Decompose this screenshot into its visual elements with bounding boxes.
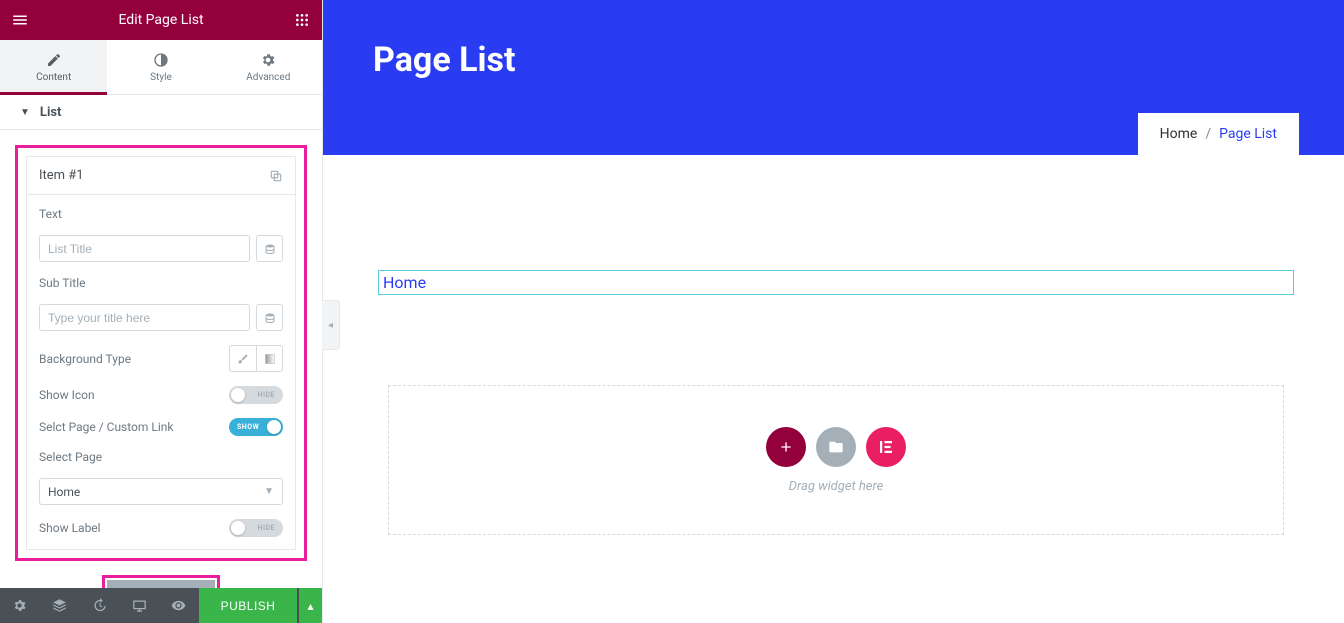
select-page-value: Home (48, 485, 80, 499)
toggle-show-icon[interactable]: HIDE (229, 386, 283, 404)
subtitle-input[interactable] (39, 304, 250, 331)
panel-collapse-button[interactable]: ◂ (322, 300, 340, 350)
dynamic-tags-button[interactable] (256, 304, 283, 331)
toggle-show-label[interactable]: HIDE (229, 519, 283, 537)
tab-style[interactable]: Style (107, 40, 214, 94)
repeater-item-header[interactable]: Item #1 (27, 157, 295, 195)
label-text: Text (39, 207, 283, 221)
page-title: Page List (373, 40, 1294, 80)
highlight-box: Item #1 Text Sub Title (15, 145, 307, 561)
add-item-button[interactable]: ADD ITEM (107, 580, 216, 588)
label-bg-type: Background Type (39, 352, 131, 366)
panel-title: Edit Page List (118, 12, 203, 28)
menu-icon[interactable] (10, 10, 30, 30)
preview-icon[interactable] (159, 588, 199, 623)
add-section-button[interactable] (766, 427, 806, 467)
section-list-toggle[interactable]: ▼ List (0, 95, 322, 130)
breadcrumb: Home / Page List (1138, 113, 1299, 155)
drop-area[interactable]: Drag widget here (388, 385, 1284, 535)
label-select-page: Select Page (39, 450, 283, 464)
select-page[interactable]: Home ▼ (39, 478, 283, 505)
tab-advanced[interactable]: Advanced (215, 40, 322, 94)
highlight-box-add: ADD ITEM (102, 575, 221, 588)
publish-button[interactable]: PUBLISH (199, 588, 298, 623)
page-list-widget[interactable]: Home (378, 270, 1294, 295)
label-show-label: Show Label (39, 521, 101, 535)
label-subtitle: Sub Title (39, 276, 283, 290)
toggle-show-label-state: HIDE (258, 524, 275, 532)
tab-content-label: Content (36, 72, 71, 83)
tab-content[interactable]: Content (0, 40, 107, 94)
breadcrumb-separator: / (1205, 126, 1211, 142)
add-item-label: ADD ITEM (143, 587, 200, 588)
bg-type-classic[interactable] (229, 345, 256, 372)
repeater-item-title: Item #1 (39, 168, 84, 183)
tab-style-label: Style (150, 72, 172, 83)
add-template-button[interactable] (816, 427, 856, 467)
apps-icon[interactable] (292, 10, 312, 30)
caret-down-icon: ▼ (20, 107, 30, 118)
dynamic-tags-button[interactable] (256, 235, 283, 262)
elementskit-button[interactable] (866, 427, 906, 467)
text-input[interactable] (39, 235, 250, 262)
toggle-select-mode[interactable]: SHOW (229, 418, 283, 436)
duplicate-icon[interactable] (269, 169, 283, 183)
breadcrumb-current[interactable]: Page List (1219, 126, 1277, 142)
chevron-down-icon: ▼ (264, 486, 274, 497)
responsive-icon[interactable] (119, 588, 159, 623)
settings-icon[interactable] (0, 588, 40, 623)
breadcrumb-home[interactable]: Home (1160, 126, 1198, 142)
publish-options-button[interactable]: ▴ (297, 588, 322, 623)
label-show-icon: Show Icon (39, 388, 95, 402)
drop-hint: Drag widget here (789, 479, 884, 494)
toggle-select-mode-state: SHOW (237, 423, 259, 431)
page-list-item-link[interactable]: Home (383, 273, 426, 292)
section-list-label: List (40, 105, 62, 120)
history-icon[interactable] (79, 588, 119, 623)
bg-type-gradient[interactable] (256, 345, 283, 372)
toggle-show-icon-state: HIDE (258, 391, 275, 399)
label-select-mode: Selct Page / Custom Link (39, 420, 174, 434)
navigator-icon[interactable] (40, 588, 80, 623)
tab-advanced-label: Advanced (246, 72, 290, 83)
